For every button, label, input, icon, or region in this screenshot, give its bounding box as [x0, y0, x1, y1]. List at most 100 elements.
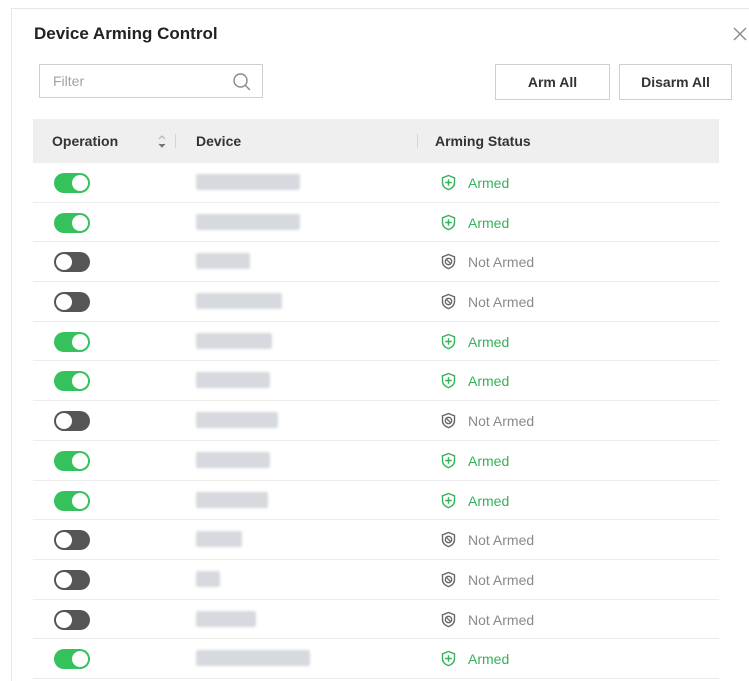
arming-toggle[interactable]	[54, 252, 90, 273]
toggle-knob	[72, 651, 88, 668]
shield-not-armed-icon	[440, 531, 457, 548]
arming-status-label: Not Armed	[468, 294, 535, 311]
arming-status: Armed	[440, 372, 509, 389]
arming-toggle[interactable]	[54, 292, 90, 313]
toggle-knob	[56, 571, 72, 588]
device-name-redacted	[196, 451, 270, 468]
column-header-device[interactable]: Device	[196, 133, 241, 149]
arming-status: Not Armed	[440, 531, 534, 548]
column-header-arming-status[interactable]: Arming Status	[435, 133, 531, 149]
device-name-redacted	[196, 332, 272, 349]
table-row[interactable]: Armed	[33, 441, 719, 481]
arming-status-label: Not Armed	[468, 413, 535, 430]
toggle-knob	[56, 413, 72, 430]
shield-armed-icon	[440, 452, 457, 469]
table-body: Armed Armed Not Armed Not Armed Armed Armed No…	[33, 163, 719, 679]
arming-status: Not Armed	[440, 611, 534, 628]
toggle-knob	[72, 175, 88, 191]
device-name-redacted	[196, 174, 300, 190]
shield-not-armed-icon	[440, 611, 457, 628]
arming-status-label: Armed	[468, 214, 510, 231]
shield-armed-icon	[440, 214, 457, 231]
table-row[interactable]: Not Armed	[33, 560, 719, 600]
arming-status-label: Armed	[468, 452, 510, 469]
toggle-knob	[72, 214, 88, 231]
arm-all-button[interactable]: Arm All	[495, 64, 610, 100]
arming-status: Not Armed	[440, 571, 534, 588]
arming-status: Armed	[440, 214, 509, 231]
device-name-redacted	[196, 570, 220, 587]
toggle-knob	[56, 294, 72, 311]
devices-table: Operation Device Arming Status Armed Arme…	[33, 119, 733, 681]
close-icon[interactable]	[731, 25, 749, 43]
device-name-redacted	[196, 372, 270, 389]
arming-status-label: Armed	[468, 492, 510, 509]
shield-not-armed-icon	[440, 253, 457, 270]
arming-toggle[interactable]	[54, 490, 90, 511]
filter-field[interactable]	[39, 64, 263, 98]
disarm-all-button[interactable]: Disarm All	[619, 64, 732, 100]
shield-not-armed-icon	[440, 293, 457, 310]
table-row[interactable]: Not Armed	[33, 242, 719, 283]
shield-armed-icon	[440, 650, 457, 667]
arming-toggle[interactable]	[54, 411, 90, 432]
arming-toggle[interactable]	[54, 530, 90, 551]
arming-status-label: Not Armed	[468, 254, 535, 271]
arming-status: Armed	[440, 492, 509, 509]
arming-status: Armed	[440, 452, 509, 469]
device-name-redacted	[196, 650, 310, 667]
arming-status: Not Armed	[440, 253, 534, 270]
device-name-redacted	[196, 213, 300, 230]
arming-status-label: Armed	[468, 373, 510, 390]
table-row[interactable]: Armed	[33, 481, 719, 521]
sort-icon[interactable]	[157, 131, 167, 151]
toggle-knob	[72, 492, 88, 509]
table-row[interactable]: Armed	[33, 322, 719, 362]
toggle-knob	[72, 452, 88, 469]
shield-not-armed-icon	[440, 412, 457, 429]
shield-armed-icon	[440, 372, 457, 389]
toggle-knob	[56, 532, 72, 549]
arming-toggle[interactable]	[54, 450, 90, 471]
arming-status: Armed	[440, 650, 509, 667]
device-name-redacted	[196, 293, 282, 310]
toggle-knob	[56, 254, 72, 271]
table-row[interactable]: Armed	[33, 361, 719, 402]
device-name-redacted	[196, 531, 242, 548]
device-name-redacted	[196, 412, 278, 429]
arming-toggle[interactable]	[54, 609, 90, 630]
table-row[interactable]: Armed	[33, 639, 719, 679]
table-row[interactable]: Armed	[33, 163, 719, 203]
arming-status-label: Not Armed	[468, 571, 535, 588]
table-row[interactable]: Not Armed	[33, 600, 719, 640]
arming-toggle[interactable]	[54, 371, 90, 392]
column-header-operation[interactable]: Operation	[52, 133, 118, 149]
arming-status: Armed	[440, 333, 509, 350]
arming-toggle[interactable]	[54, 331, 90, 352]
arming-status: Armed	[440, 174, 509, 191]
table-row[interactable]: Not Armed	[33, 520, 719, 560]
arming-status-label: Not Armed	[468, 611, 535, 628]
search-icon[interactable]	[232, 72, 252, 92]
column-divider[interactable]	[417, 134, 418, 148]
table-header: Operation Device Arming Status	[33, 119, 719, 163]
device-name-redacted	[196, 253, 250, 270]
table-row[interactable]: Not Armed	[33, 282, 719, 322]
arming-toggle[interactable]	[54, 173, 90, 193]
filter-input[interactable]	[40, 65, 230, 97]
dialog-title: Device Arming Control	[34, 24, 218, 43]
arming-status-label: Not Armed	[468, 532, 535, 549]
arming-status: Not Armed	[440, 293, 534, 310]
arming-status-label: Armed	[468, 651, 510, 668]
arming-toggle[interactable]	[54, 212, 90, 233]
table-row[interactable]: Not Armed	[33, 401, 719, 441]
shield-armed-icon	[440, 492, 457, 509]
column-divider[interactable]	[175, 134, 176, 148]
table-row[interactable]: Armed	[33, 203, 719, 243]
arming-status: Not Armed	[440, 412, 534, 429]
arming-toggle[interactable]	[54, 569, 90, 590]
device-arming-dialog: Device Arming Control Arm All Disarm All…	[11, 8, 749, 681]
arming-toggle[interactable]	[54, 649, 90, 670]
toggle-knob	[56, 611, 72, 628]
arming-status-label: Armed	[468, 175, 510, 191]
